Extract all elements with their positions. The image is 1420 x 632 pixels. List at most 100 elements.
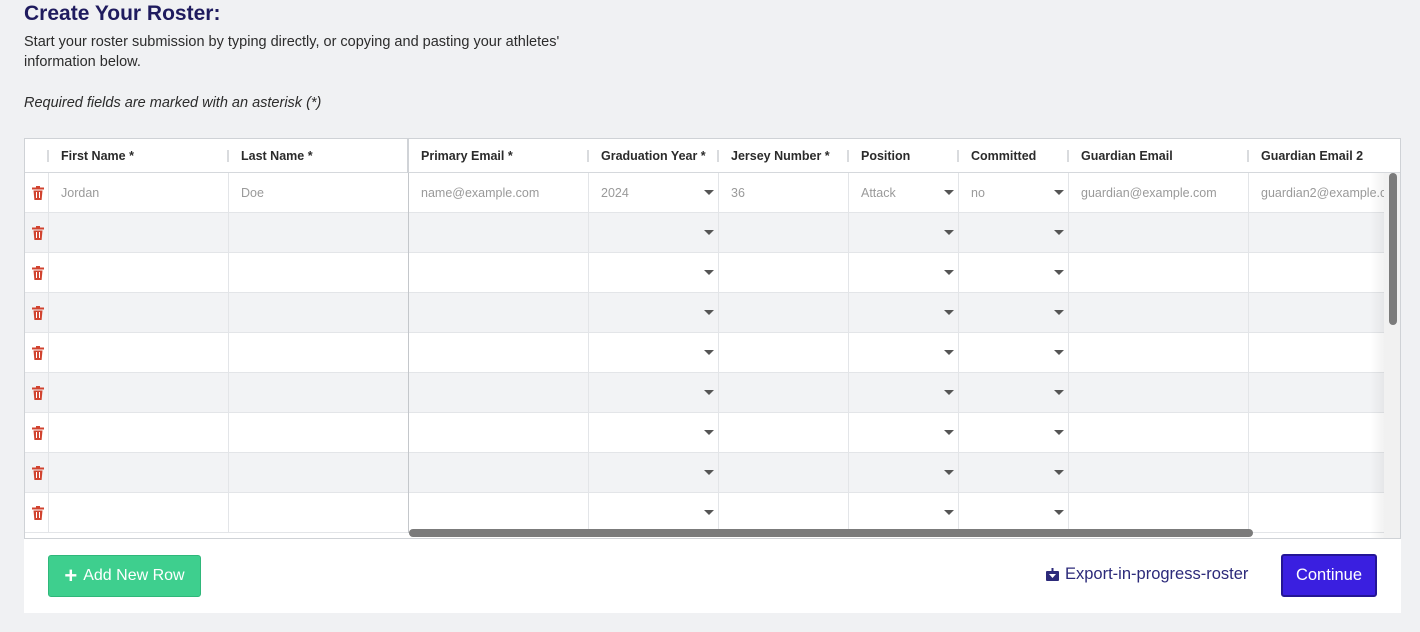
text-cell[interactable]: Doe: [229, 173, 409, 213]
dropdown-cell[interactable]: [959, 493, 1069, 533]
caret-down-icon[interactable]: [944, 390, 954, 395]
text-cell[interactable]: [229, 453, 409, 493]
caret-down-icon[interactable]: [944, 190, 954, 195]
trash-icon[interactable]: [32, 386, 44, 400]
dropdown-cell[interactable]: [959, 333, 1069, 373]
text-cell[interactable]: [719, 493, 849, 533]
caret-down-icon[interactable]: [944, 470, 954, 475]
caret-down-icon[interactable]: [1054, 390, 1064, 395]
text-cell[interactable]: [719, 293, 849, 333]
dropdown-cell[interactable]: [589, 293, 719, 333]
column-header[interactable]: Graduation Year *: [589, 139, 719, 173]
text-cell[interactable]: [49, 413, 229, 453]
trash-icon[interactable]: [32, 466, 44, 480]
column-header[interactable]: Committed: [959, 139, 1069, 173]
column-header[interactable]: Primary Email *: [409, 139, 589, 173]
caret-down-icon[interactable]: [704, 190, 714, 195]
column-header[interactable]: Guardian Email 2: [1249, 139, 1400, 173]
text-cell[interactable]: [719, 253, 849, 293]
column-header[interactable]: Position: [849, 139, 959, 173]
caret-down-icon[interactable]: [1054, 190, 1064, 195]
dropdown-cell[interactable]: no: [959, 173, 1069, 213]
column-header[interactable]: Guardian Email: [1069, 139, 1249, 173]
text-cell[interactable]: [49, 453, 229, 493]
dropdown-cell[interactable]: [589, 493, 719, 533]
trash-icon[interactable]: [32, 346, 44, 360]
vertical-scrollbar[interactable]: [1389, 173, 1397, 325]
dropdown-cell[interactable]: [589, 413, 719, 453]
text-cell[interactable]: [409, 293, 589, 333]
caret-down-icon[interactable]: [944, 350, 954, 355]
text-cell[interactable]: [1069, 253, 1249, 293]
caret-down-icon[interactable]: [704, 270, 714, 275]
text-cell[interactable]: [409, 373, 589, 413]
dropdown-cell[interactable]: [849, 493, 959, 533]
horizontal-scrollbar[interactable]: [409, 529, 1253, 537]
text-cell[interactable]: [1069, 493, 1249, 533]
dropdown-cell[interactable]: [849, 373, 959, 413]
dropdown-cell[interactable]: [849, 293, 959, 333]
column-header[interactable]: Jersey Number *: [719, 139, 849, 173]
dropdown-cell[interactable]: [959, 453, 1069, 493]
caret-down-icon[interactable]: [1054, 430, 1064, 435]
trash-icon[interactable]: [32, 186, 44, 200]
caret-down-icon[interactable]: [1054, 350, 1064, 355]
text-cell[interactable]: [1069, 333, 1249, 373]
text-cell[interactable]: [409, 453, 589, 493]
trash-icon[interactable]: [32, 266, 44, 280]
text-cell[interactable]: [49, 253, 229, 293]
caret-down-icon[interactable]: [704, 310, 714, 315]
dropdown-cell[interactable]: [589, 213, 719, 253]
text-cell[interactable]: [1069, 413, 1249, 453]
text-cell[interactable]: [229, 413, 409, 453]
dropdown-cell[interactable]: 2024: [589, 173, 719, 213]
continue-button[interactable]: Continue: [1281, 554, 1377, 597]
text-cell[interactable]: [719, 373, 849, 413]
trash-icon[interactable]: [32, 226, 44, 240]
caret-down-icon[interactable]: [704, 230, 714, 235]
dropdown-cell[interactable]: [959, 213, 1069, 253]
dropdown-cell[interactable]: [849, 413, 959, 453]
caret-down-icon[interactable]: [944, 230, 954, 235]
text-cell[interactable]: [229, 373, 409, 413]
caret-down-icon[interactable]: [704, 470, 714, 475]
trash-icon[interactable]: [32, 306, 44, 320]
dropdown-cell[interactable]: [849, 453, 959, 493]
text-cell[interactable]: [49, 213, 229, 253]
text-cell[interactable]: guardian@example.com: [1069, 173, 1249, 213]
add-new-row-button[interactable]: + Add New Row: [48, 555, 201, 597]
caret-down-icon[interactable]: [944, 510, 954, 515]
text-cell[interactable]: [719, 333, 849, 373]
text-cell[interactable]: [719, 213, 849, 253]
column-header[interactable]: Last Name *: [229, 139, 409, 173]
caret-down-icon[interactable]: [704, 430, 714, 435]
text-cell[interactable]: [49, 493, 229, 533]
caret-down-icon[interactable]: [704, 510, 714, 515]
text-cell[interactable]: [719, 453, 849, 493]
text-cell[interactable]: Jordan: [49, 173, 229, 213]
trash-icon[interactable]: [32, 506, 44, 520]
text-cell[interactable]: [229, 333, 409, 373]
caret-down-icon[interactable]: [704, 390, 714, 395]
caret-down-icon[interactable]: [1054, 310, 1064, 315]
text-cell[interactable]: [1069, 293, 1249, 333]
caret-down-icon[interactable]: [1054, 230, 1064, 235]
dropdown-cell[interactable]: [589, 253, 719, 293]
text-cell[interactable]: [409, 413, 589, 453]
text-cell[interactable]: [229, 493, 409, 533]
export-roster-link[interactable]: Export-in-progress-roster: [1046, 565, 1248, 584]
caret-down-icon[interactable]: [944, 430, 954, 435]
trash-icon[interactable]: [32, 426, 44, 440]
dropdown-cell[interactable]: [589, 333, 719, 373]
caret-down-icon[interactable]: [944, 270, 954, 275]
dropdown-cell[interactable]: Attack: [849, 173, 959, 213]
text-cell[interactable]: [229, 213, 409, 253]
caret-down-icon[interactable]: [1054, 510, 1064, 515]
caret-down-icon[interactable]: [944, 310, 954, 315]
text-cell[interactable]: [409, 333, 589, 373]
dropdown-cell[interactable]: [959, 373, 1069, 413]
text-cell[interactable]: [1069, 213, 1249, 253]
text-cell[interactable]: [229, 293, 409, 333]
text-cell[interactable]: [229, 253, 409, 293]
dropdown-cell[interactable]: [959, 253, 1069, 293]
